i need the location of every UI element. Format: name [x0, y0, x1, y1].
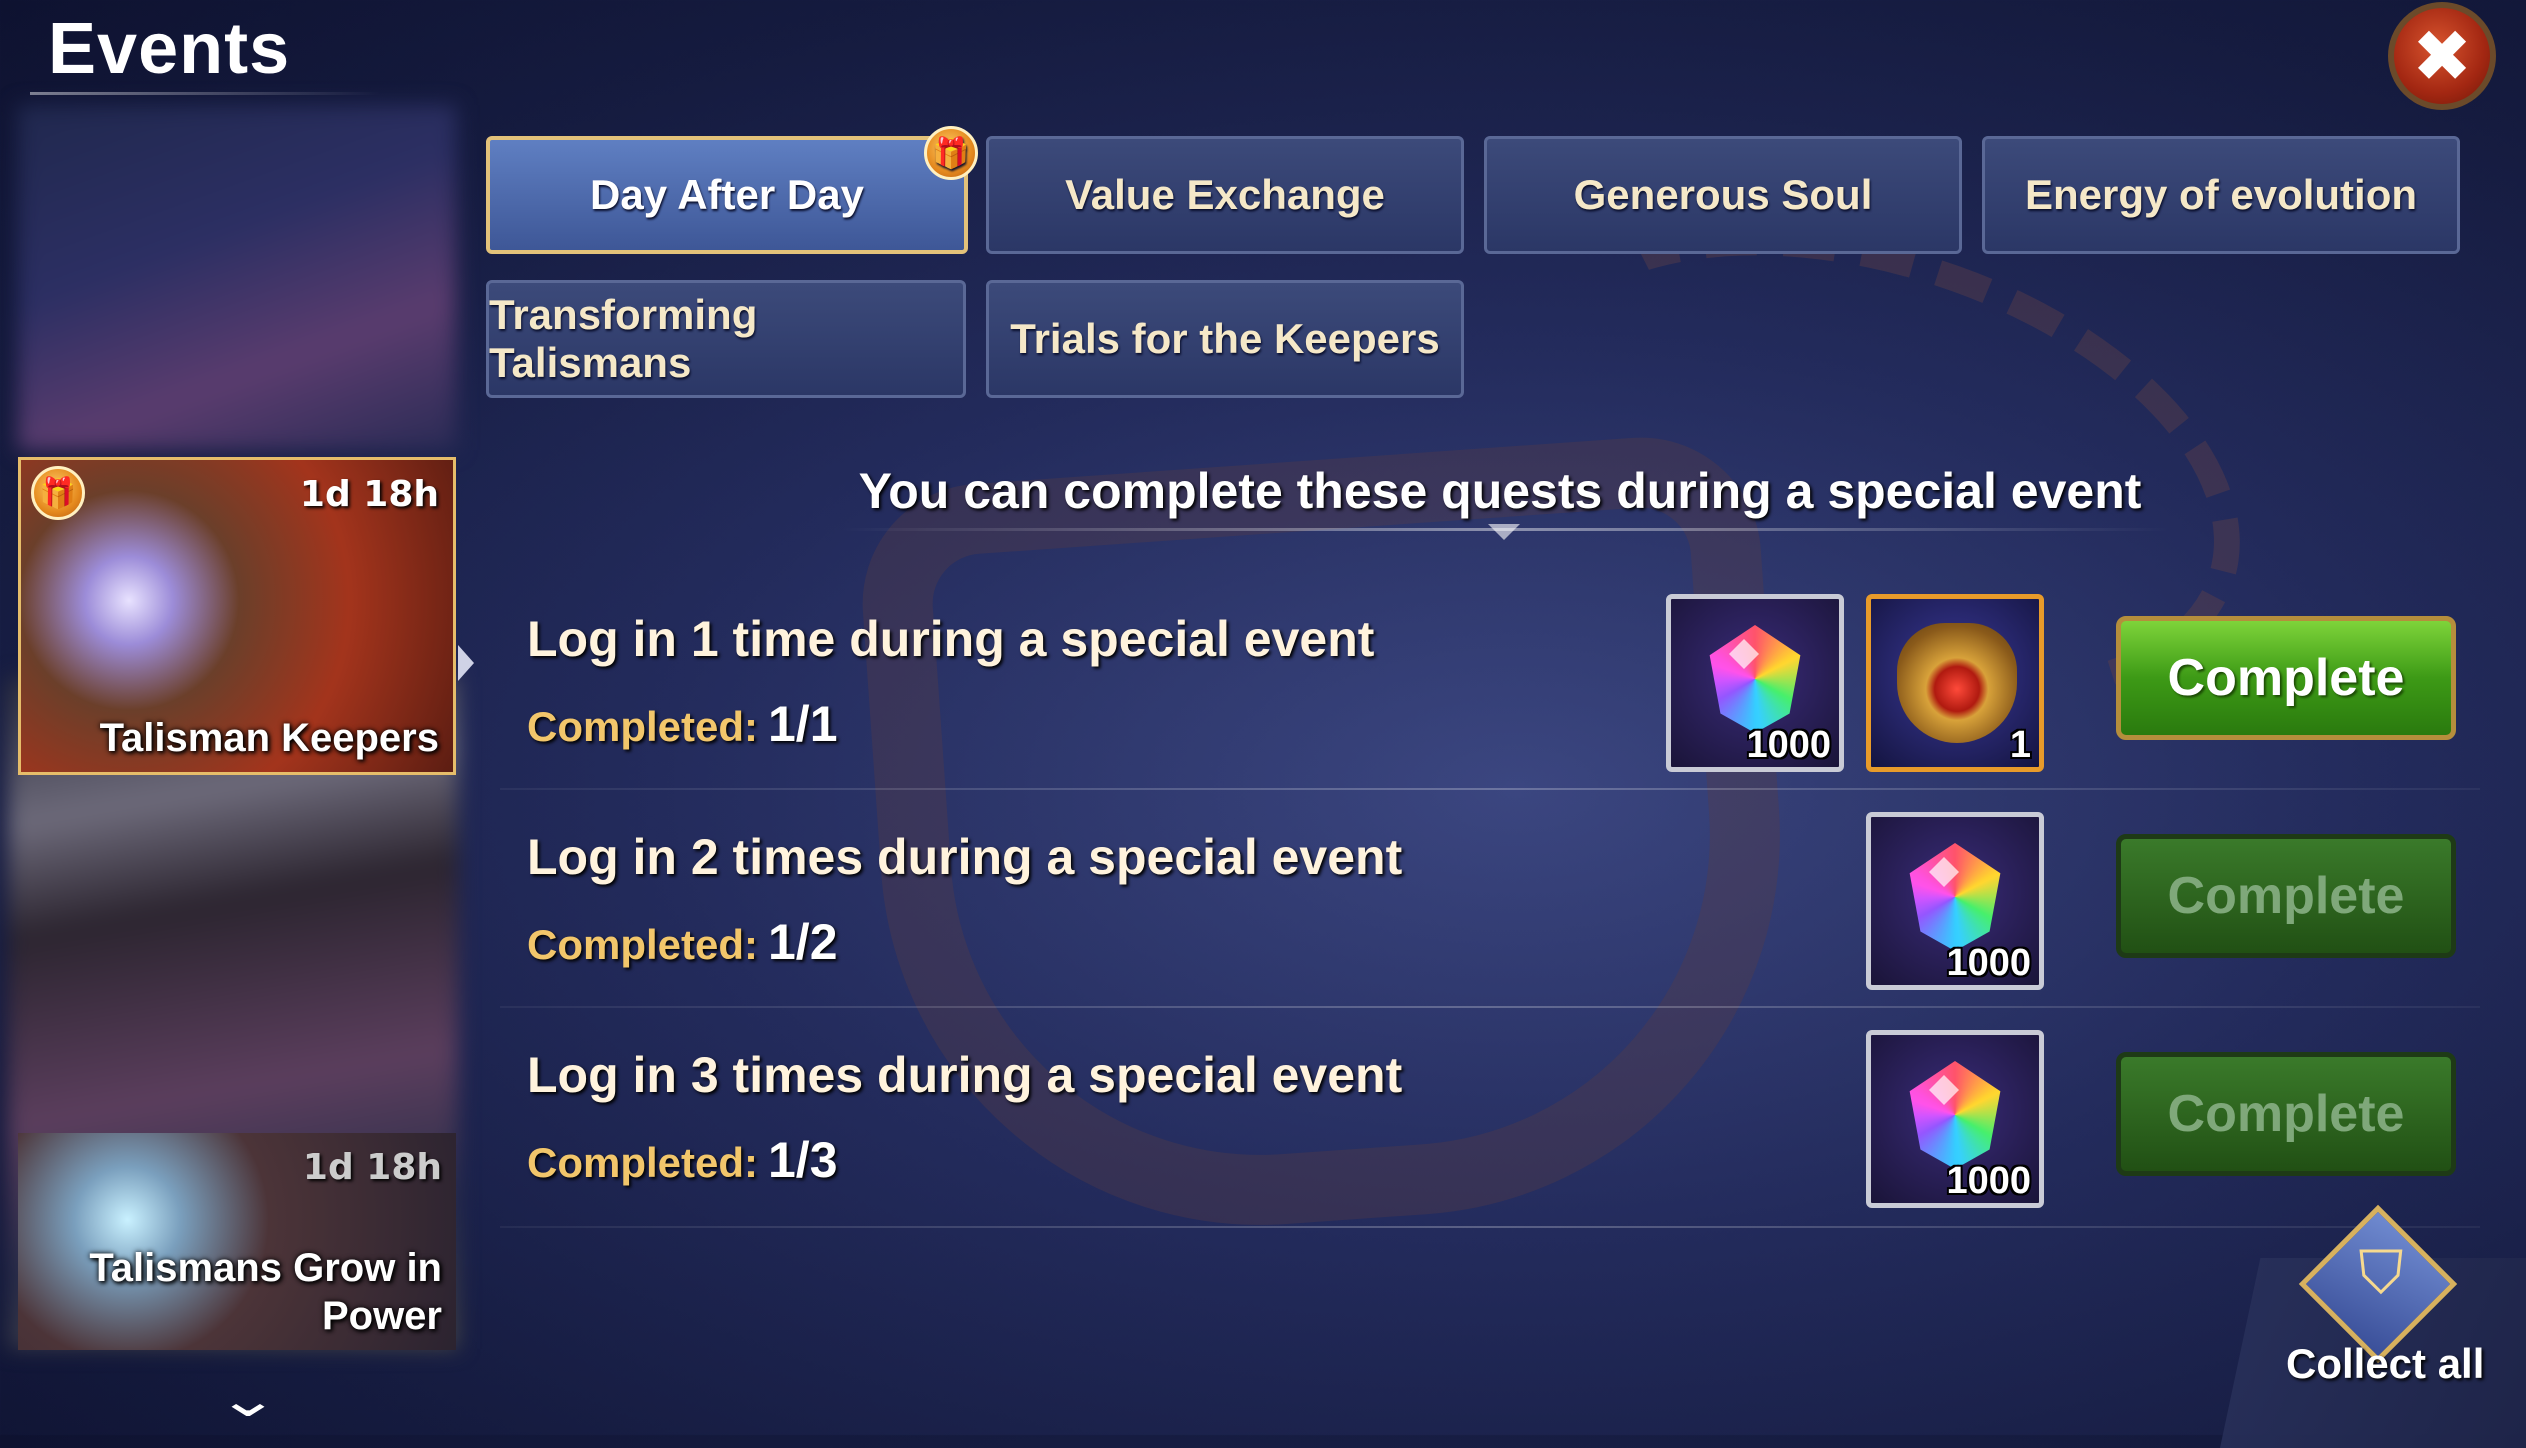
complete-button[interactable]: Complete — [2116, 616, 2456, 740]
gift-icon: 🎁 — [924, 126, 978, 180]
complete-button[interactable]: Complete — [2116, 834, 2456, 958]
close-button[interactable]: ✖ — [2388, 2, 2496, 110]
progress-value: 1/3 — [768, 1132, 838, 1188]
quest-row: Log in 1 time during a special event Com… — [500, 580, 2500, 798]
reward-gems[interactable]: 1000 — [1866, 812, 2044, 990]
quest-progress: Completed: 1/2 — [527, 913, 838, 971]
reward-gems[interactable]: 1000 — [1866, 1030, 2044, 1208]
quest-divider — [500, 788, 2480, 790]
event-list-sidebar[interactable]: 🎁 1d 18h Talisman Keepers 1d 18h Talisma… — [8, 105, 474, 1435]
tab-label: Transforming Talismans — [489, 291, 758, 386]
quest-divider — [500, 1226, 2480, 1228]
reward-talisman[interactable]: 1 — [1866, 594, 2044, 772]
tab-transforming-talismans[interactable]: Transforming Talismans — [486, 280, 966, 398]
title-divider — [30, 92, 380, 95]
reward-quantity: 1000 — [1946, 1160, 2031, 1202]
progress-label: Completed: — [527, 703, 758, 750]
gem-icon — [1709, 625, 1801, 733]
close-icon: ✖ — [2411, 14, 2473, 98]
event-info-text: You can complete these quests during a s… — [858, 463, 2142, 519]
event-timer: 1d 18h — [302, 1147, 442, 1188]
quest-row: Log in 3 times during a special event Co… — [500, 1016, 2500, 1234]
progress-label: Completed: — [527, 921, 758, 968]
tab-day-after-day[interactable]: Day After Day 🎁 — [486, 126, 978, 254]
info-notch-icon — [1488, 524, 1520, 540]
progress-label: Completed: — [527, 1139, 758, 1186]
page-title: Events — [48, 9, 291, 89]
event-card-blurred-1[interactable] — [18, 105, 456, 450]
chevron-down-icon[interactable]: ⌄ — [216, 1372, 280, 1428]
collect-all-button[interactable]: Collect all — [2286, 1340, 2484, 1388]
tab-value-exchange[interactable]: Value Exchange — [986, 136, 1464, 254]
tab-label: Trials for the Keepers — [1010, 315, 1440, 362]
talisman-icon — [1897, 623, 2017, 743]
chest-icon: ⛉ — [2358, 1238, 2404, 1308]
reward-quantity: 1000 — [1746, 724, 1831, 766]
quest-title: Log in 2 times during a special event — [527, 829, 1403, 885]
complete-button[interactable]: Complete — [2116, 1052, 2456, 1176]
quest-progress: Completed: 1/1 — [527, 695, 838, 753]
event-name: Talisman Keepers — [99, 716, 439, 760]
reward-gems[interactable]: 1000 — [1666, 594, 1844, 772]
gem-icon — [1909, 843, 2001, 951]
event-timer: 1d 18h — [299, 474, 439, 515]
reward-quantity: 1 — [2009, 724, 2031, 766]
tab-energy-of-evolution[interactable]: Energy of evolution — [1982, 136, 2460, 254]
tab-generous-soul[interactable]: Generous Soul — [1484, 136, 1962, 254]
selected-arrow-icon — [458, 645, 474, 681]
gift-icon: 🎁 — [31, 466, 85, 520]
quest-progress: Completed: 1/3 — [527, 1131, 838, 1189]
quest-title: Log in 3 times during a special event — [527, 1047, 1403, 1103]
event-name: Talismans Grow in Power — [89, 1246, 442, 1338]
event-card-talisman-keepers[interactable]: 🎁 1d 18h Talisman Keepers — [18, 457, 456, 775]
quest-row: Log in 2 times during a special event Co… — [500, 798, 2500, 1016]
event-card-talismans-grow[interactable]: 1d 18h Talismans Grow in Power — [18, 1133, 456, 1350]
tab-label: Generous Soul — [1573, 171, 1873, 218]
tab-label: Value Exchange — [1065, 171, 1385, 218]
reward-quantity: 1000 — [1946, 942, 2031, 984]
gem-icon — [1909, 1061, 2001, 1169]
tab-trials-for-the-keepers[interactable]: Trials for the Keepers — [986, 280, 1464, 398]
progress-value: 1/2 — [768, 914, 838, 970]
progress-value: 1/1 — [768, 696, 838, 752]
quest-title: Log in 1 time during a special event — [527, 611, 1375, 667]
quest-divider — [500, 1006, 2480, 1008]
tab-label: Energy of evolution — [2024, 171, 2418, 218]
tab-label: Day After Day — [590, 171, 864, 218]
